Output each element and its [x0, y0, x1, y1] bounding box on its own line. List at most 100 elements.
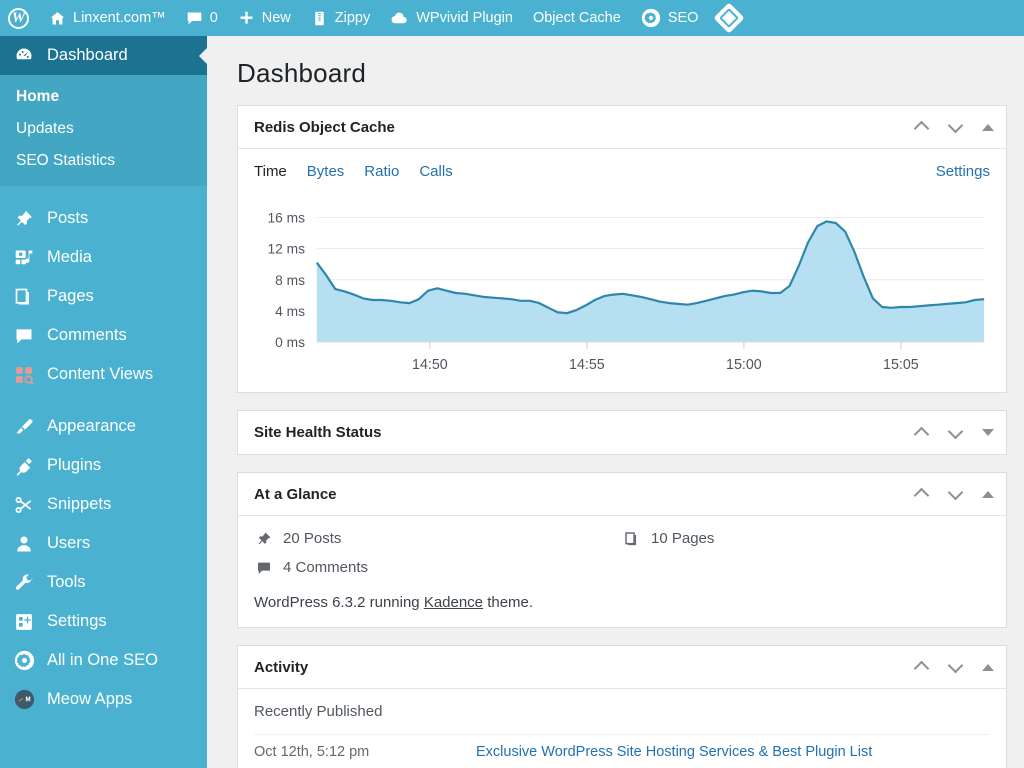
sidebar-item-comments[interactable]: Comments	[0, 316, 207, 355]
page-title: Dashboard	[237, 58, 366, 88]
sidebar-item-plugins[interactable]: Plugins	[0, 446, 207, 485]
widget-redis-header: Redis Object Cache	[238, 106, 1006, 149]
move-down-icon[interactable]	[948, 425, 964, 441]
move-down-icon[interactable]	[948, 659, 964, 675]
widget-site-health-status: Site Health Status	[237, 410, 1007, 455]
glance-pages-label[interactable]: 10 Pages	[651, 530, 714, 547]
adminbar-wp-logo[interactable]: W	[0, 0, 39, 36]
sidebar-subitem-home[interactable]: Home	[0, 81, 207, 113]
adminbar-site-name[interactable]: Linxent.com™	[39, 0, 176, 36]
adminbar-wpvivid-plugin[interactable]: WPvivid Plugin	[380, 0, 523, 36]
svg-text:0 ms: 0 ms	[275, 334, 305, 350]
home-icon	[49, 10, 66, 27]
widget-at-a-glance-header: At a Glance	[238, 473, 1006, 516]
adminbar-comments[interactable]: 0	[176, 0, 228, 36]
sidebar-item-tools-label: Tools	[47, 573, 86, 592]
move-down-icon[interactable]	[948, 486, 964, 502]
cloud-icon	[390, 9, 409, 28]
scissors-icon	[12, 495, 36, 515]
wordpress-version-line: WordPress 6.3.2 running Kadence theme.	[254, 594, 990, 611]
plug-icon	[12, 456, 36, 476]
glance-posts-label[interactable]: 20 Posts	[283, 530, 341, 547]
adminbar-site-name-label: Linxent.com™	[73, 10, 166, 26]
sidebar-item-meow-apps[interactable]: Meow Apps	[0, 680, 207, 719]
pages-icon	[12, 287, 36, 307]
dashboard-submenu: Home Updates SEO Statistics	[0, 75, 207, 186]
widget-at-a-glance-title: At a Glance	[254, 485, 337, 503]
adminbar-seo[interactable]: SEO	[631, 0, 709, 36]
redis-tab-bar: Time Bytes Ratio Calls Settings	[238, 149, 1006, 188]
toggle-expand-icon[interactable]	[982, 429, 994, 436]
sidebar-item-content-views-label: Content Views	[47, 365, 154, 384]
sidebar-item-settings[interactable]: Settings	[0, 602, 207, 641]
recently-published-heading: Recently Published	[254, 703, 383, 720]
toggle-collapse-icon[interactable]	[982, 663, 994, 671]
widget-site-health-actions	[914, 425, 994, 441]
tab-bytes[interactable]: Bytes	[307, 163, 345, 180]
theme-link[interactable]: Kadence	[424, 594, 483, 611]
sidebar-item-content-views[interactable]: Content Views	[0, 355, 207, 394]
widget-site-health-title: Site Health Status	[254, 424, 382, 441]
sidebar-subitem-updates[interactable]: Updates	[0, 113, 207, 145]
sidebar-item-snippets[interactable]: Snippets	[0, 485, 207, 524]
sidebar-item-snippets-label: Snippets	[47, 495, 112, 514]
move-up-icon[interactable]	[914, 659, 930, 675]
adminbar-comment-count: 0	[209, 10, 218, 26]
move-up-icon[interactable]	[914, 486, 930, 502]
brush-icon	[12, 417, 36, 437]
svg-text:16 ms: 16 ms	[268, 209, 306, 225]
admin-bar: W Linxent.com™ 0 New Zippy WPvivid Plugi…	[0, 0, 1024, 36]
sidebar-item-posts-label: Posts	[47, 209, 89, 228]
redis-settings-link[interactable]: Settings	[936, 163, 990, 180]
adminbar-seo-label: SEO	[667, 10, 699, 26]
glance-pages[interactable]: 10 Pages	[622, 530, 990, 547]
activity-date: Oct 12th, 5:12 pm	[254, 744, 370, 760]
sidebar-subitem-seo-statistics[interactable]: SEO Statistics	[0, 145, 207, 177]
move-down-icon[interactable]	[948, 119, 964, 135]
sidebar-item-media[interactable]: Media	[0, 238, 207, 277]
adminbar-new-content[interactable]: New	[228, 0, 301, 36]
widget-redis-title: Redis Object Cache	[254, 118, 395, 136]
glance-comments-label[interactable]: 4 Comments	[283, 559, 368, 576]
glance-posts[interactable]: 20 Posts	[254, 530, 622, 547]
tab-calls[interactable]: Calls	[419, 163, 452, 180]
sidebar-item-appearance[interactable]: Appearance	[0, 407, 207, 446]
toggle-collapse-icon[interactable]	[982, 123, 994, 131]
adminbar-wpvivid-label: WPvivid Plugin	[416, 10, 513, 26]
activity-post-link[interactable]: Exclusive WordPress Site Hosting Service…	[476, 744, 872, 760]
adminbar-new-label: New	[261, 10, 291, 26]
meow-apps-icon	[12, 689, 36, 710]
sidebar-item-tools[interactable]: Tools	[0, 563, 207, 602]
tab-ratio[interactable]: Ratio	[364, 163, 399, 180]
sidebar-item-all-in-one-seo[interactable]: All in One SEO	[0, 641, 207, 680]
widget-activity-title: Activity	[254, 658, 309, 676]
sidebar-item-meow-apps-label: Meow Apps	[47, 690, 133, 709]
user-icon	[12, 534, 36, 554]
sidebar-item-users[interactable]: Users	[0, 524, 207, 563]
version-suffix: theme.	[483, 594, 534, 611]
glance-comments[interactable]: 4 Comments	[254, 559, 622, 576]
widget-activity-actions	[914, 659, 994, 675]
toggle-collapse-icon[interactable]	[982, 490, 994, 498]
comment-icon	[254, 560, 274, 576]
comment-icon	[186, 10, 203, 27]
sidebar-item-dashboard[interactable]: Dashboard	[0, 36, 207, 75]
move-up-icon[interactable]	[914, 119, 930, 135]
move-up-icon[interactable]	[914, 425, 930, 441]
sidebar-item-posts[interactable]: Posts	[0, 199, 207, 238]
sidebar-item-pages[interactable]: Pages	[0, 277, 207, 316]
aioseo-icon	[12, 650, 36, 671]
widget-at-a-glance: At a Glance 20 Posts 10 Pages 4 Comments…	[237, 472, 1007, 628]
svg-text:14:55: 14:55	[569, 357, 605, 373]
at-a-glance-body: 20 Posts 10 Pages 4 Comments WordPress 6…	[238, 516, 1006, 627]
adminbar-zippy[interactable]: Zippy	[301, 0, 380, 36]
sidebar-item-comments-label: Comments	[47, 326, 127, 345]
dashboard-icon	[12, 46, 36, 66]
tab-time[interactable]: Time	[254, 163, 287, 180]
adminbar-extra-plugin[interactable]	[708, 0, 750, 36]
widget-site-health-header: Site Health Status	[238, 411, 1006, 454]
adminbar-object-cache[interactable]: Object Cache	[523, 0, 631, 36]
version-prefix: WordPress 6.3.2 running	[254, 594, 424, 611]
svg-text:15:05: 15:05	[883, 357, 919, 373]
redis-chart-svg: 0 ms 4 ms 8 ms 12 ms 16 ms 14:50 14:55 15:00 15:…	[268, 209, 985, 373]
